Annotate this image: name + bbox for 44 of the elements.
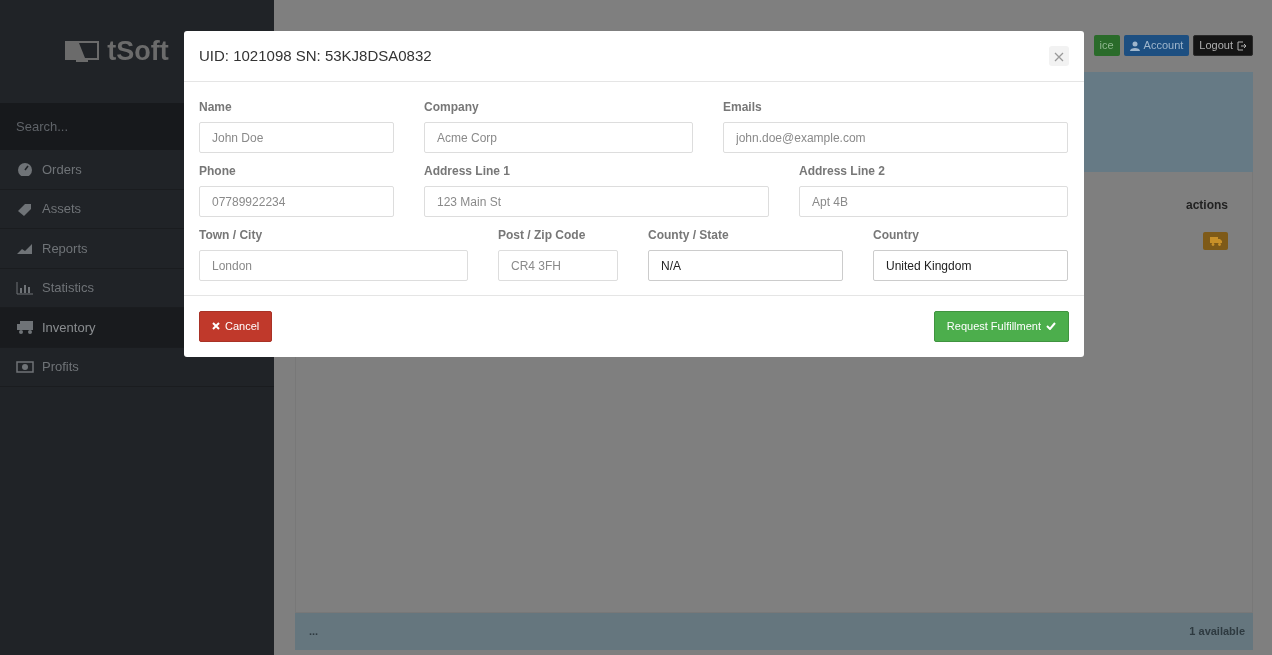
gauge-icon	[16, 162, 34, 177]
logout-button[interactable]: Logout	[1193, 35, 1253, 56]
input-field[interactable]: 07789922234	[199, 186, 394, 217]
field-label: Address Line 2	[799, 163, 887, 180]
tag-icon	[16, 201, 34, 216]
field-label: County / State	[648, 227, 730, 244]
close-icon	[1054, 52, 1064, 63]
close-icon	[212, 322, 220, 331]
logout-icon	[1237, 40, 1247, 51]
logo-text: tSoft	[107, 35, 169, 69]
footer-text: ...	[309, 624, 319, 640]
field-label: Company	[424, 99, 480, 116]
input-field[interactable]: 123 Main St	[424, 186, 769, 217]
field-label: Address Line 1	[424, 163, 512, 180]
modal-title: UID: 1021098 SN: 53KJ8DSA0832	[199, 47, 432, 65]
field-label: Name	[199, 99, 233, 116]
money-icon	[16, 359, 34, 374]
availability-text: 1 available	[1189, 624, 1245, 640]
input-field[interactable]: Acme Corp	[424, 122, 693, 153]
truck-icon	[16, 320, 34, 335]
truck-icon	[1209, 236, 1222, 246]
field-label: Country	[873, 227, 920, 244]
field-label: Town / City	[199, 227, 264, 244]
cancel-button[interactable]: Cancel	[199, 311, 273, 342]
truck-button[interactable]	[1203, 232, 1228, 250]
input-field[interactable]: John Doe	[199, 122, 394, 153]
bar-chart-icon	[16, 280, 34, 295]
input-field[interactable]: London	[199, 250, 468, 281]
close-button[interactable]	[1049, 46, 1069, 66]
column-header: actions	[1186, 197, 1228, 214]
input-field[interactable]: CR4 3FH	[498, 250, 618, 281]
monitor-logo-icon	[65, 40, 100, 63]
account-button[interactable]: Account	[1123, 35, 1190, 56]
field-label: Phone	[199, 163, 237, 180]
user-icon	[1129, 40, 1140, 51]
check-icon	[1046, 322, 1056, 331]
field-label: Post / Zip Code	[498, 227, 587, 244]
request-button[interactable]: Request Fulfillment	[933, 311, 1069, 342]
field-label: Emails	[723, 99, 763, 116]
input-field[interactable]: Apt 4B	[799, 186, 1068, 217]
input-field[interactable]: john.doe@example.com	[723, 122, 1068, 153]
header-button[interactable]: ice	[1093, 35, 1120, 56]
select-field[interactable]: United Kingdom	[873, 250, 1068, 281]
select-field[interactable]: N/A	[648, 250, 843, 281]
